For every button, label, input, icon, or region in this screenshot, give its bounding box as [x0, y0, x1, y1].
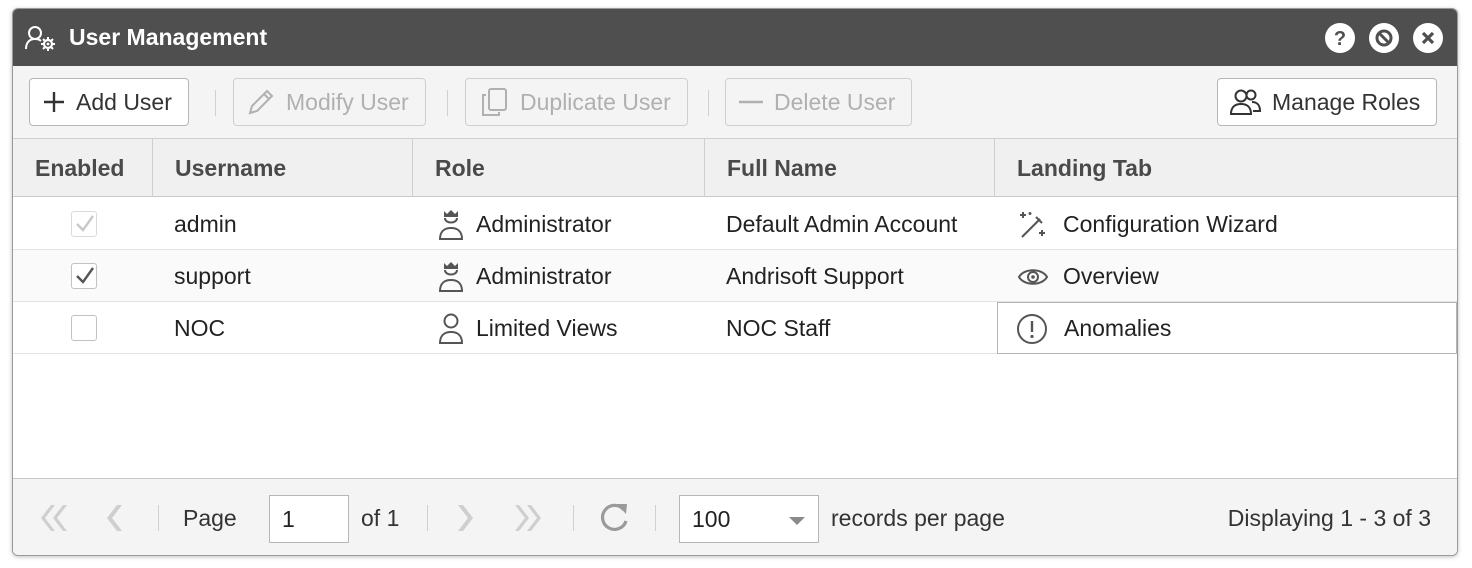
- username-cell: NOC: [174, 315, 226, 341]
- landing-tab-label: Overview: [1063, 263, 1159, 289]
- administrator-icon: [438, 262, 464, 292]
- displaying-status: Displaying 1 - 3 of 3: [1227, 505, 1431, 531]
- modify-user-label: Modify User: [286, 88, 409, 115]
- help-button[interactable]: ?: [1325, 23, 1355, 53]
- landing-tab-cell-focused[interactable]: Anomalies: [997, 302, 1457, 354]
- delete-user-label: Delete User: [774, 88, 896, 115]
- title-bar: User Management ?: [13, 9, 1457, 66]
- landing-tab-label: Configuration Wizard: [1063, 211, 1278, 237]
- page-number-input[interactable]: 1: [269, 495, 349, 543]
- previous-page-icon[interactable]: [103, 503, 125, 533]
- close-icon: [1421, 31, 1435, 45]
- next-page-icon[interactable]: [455, 503, 477, 533]
- full-name-cell: Default Admin Account: [726, 211, 958, 237]
- pager-separator: [427, 505, 428, 531]
- toolbar: Add User Modify User Duplicate User Dele…: [13, 66, 1457, 139]
- column-header-role[interactable]: Role: [413, 139, 705, 197]
- refresh-icon[interactable]: [597, 501, 631, 535]
- delete-user-button[interactable]: Delete User: [725, 78, 913, 126]
- exclamation-circle-icon: [1017, 314, 1047, 344]
- pager-separator: [158, 505, 159, 531]
- minimize-icon: [1375, 29, 1393, 47]
- checkmark-icon: [76, 215, 94, 232]
- grid-header: Enabled Username Role Full Name Landing …: [13, 139, 1457, 197]
- table-row[interactable]: support Administrator Andrisoft Support …: [13, 250, 1457, 302]
- user-icon: [438, 313, 464, 344]
- minus-icon: [739, 100, 763, 104]
- chevron-down-icon: [789, 517, 805, 525]
- role-cell: Administrator: [433, 198, 703, 250]
- toolbar-separator: [708, 90, 709, 116]
- users-icon: [1230, 89, 1262, 115]
- first-page-icon[interactable]: [35, 503, 69, 533]
- users-settings-icon: [25, 26, 55, 51]
- role-label: Administrator: [476, 263, 612, 289]
- column-header-username[interactable]: Username: [153, 139, 413, 197]
- magic-wand-icon: [1020, 212, 1045, 238]
- role-cell: Limited Views: [433, 302, 703, 354]
- close-button[interactable]: [1413, 23, 1443, 53]
- copy-icon: [482, 88, 507, 116]
- table-row[interactable]: NOC Limited Views NOC Staff Anomalies: [13, 302, 1457, 354]
- duplicate-user-label: Duplicate User: [520, 88, 671, 115]
- column-header-full-name[interactable]: Full Name: [705, 139, 995, 197]
- role-label: Administrator: [476, 211, 612, 237]
- full-name-cell: NOC Staff: [726, 315, 831, 341]
- add-user-button[interactable]: Add User: [29, 78, 189, 126]
- column-header-enabled[interactable]: Enabled: [13, 139, 153, 197]
- page-size-value: 100: [692, 506, 731, 532]
- duplicate-user-button[interactable]: Duplicate User: [465, 78, 688, 126]
- plus-icon: [44, 92, 64, 112]
- window-title: User Management: [69, 24, 268, 50]
- enabled-checkbox[interactable]: [71, 211, 97, 237]
- page-label: Page: [183, 505, 237, 531]
- paging-toolbar: Page 1 of 1 100 records per page Display…: [13, 478, 1457, 555]
- pager-separator: [573, 505, 574, 531]
- user-management-window: User Management ? Add User Modify User D…: [12, 8, 1458, 556]
- pager-separator: [655, 505, 656, 531]
- checkmark-icon: [76, 267, 94, 284]
- username-cell: support: [174, 263, 251, 289]
- role-cell: Administrator: [433, 250, 703, 302]
- help-icon: ?: [1334, 28, 1346, 50]
- column-header-landing-tab[interactable]: Landing Tab: [995, 139, 1457, 197]
- manage-roles-button[interactable]: Manage Roles: [1217, 78, 1438, 126]
- role-label: Limited Views: [476, 315, 618, 341]
- toolbar-separator: [215, 90, 216, 116]
- svg-text:?: ?: [1334, 28, 1346, 50]
- last-page-icon[interactable]: [513, 503, 547, 533]
- add-user-label: Add User: [76, 88, 172, 115]
- modify-user-button[interactable]: Modify User: [233, 78, 426, 126]
- records-per-page-label: records per page: [831, 505, 1005, 531]
- eye-icon: [1017, 269, 1049, 285]
- minimize-button[interactable]: [1369, 23, 1399, 53]
- pencil-icon: [248, 89, 274, 115]
- page-count-label: of 1: [361, 505, 400, 531]
- landing-tab-cell: Overview: [1015, 250, 1455, 302]
- username-cell: admin: [174, 211, 237, 237]
- enabled-checkbox[interactable]: [71, 263, 97, 289]
- landing-tab-label: Anomalies: [1064, 315, 1172, 341]
- table-row[interactable]: admin Administrator Default Admin Accoun…: [13, 198, 1457, 250]
- enabled-checkbox[interactable]: [71, 315, 97, 341]
- page-size-select[interactable]: 100: [679, 495, 819, 543]
- full-name-cell: Andrisoft Support: [726, 263, 904, 289]
- administrator-icon: [438, 210, 464, 240]
- manage-roles-label: Manage Roles: [1272, 88, 1421, 115]
- landing-tab-cell: Configuration Wizard: [1015, 198, 1455, 250]
- toolbar-separator: [447, 90, 448, 116]
